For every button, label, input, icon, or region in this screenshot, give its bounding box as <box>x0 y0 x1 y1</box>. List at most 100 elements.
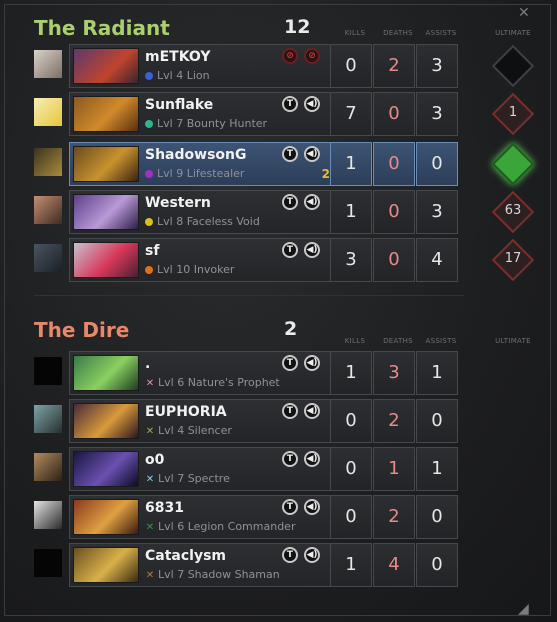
hero-name: Spectre <box>187 472 230 485</box>
dire-player-row[interactable]: . ✕ Lvl 6 Nature's Prophet T ◀) 1 3 1 <box>34 351 464 395</box>
deaths-cell: 0 <box>373 238 415 282</box>
player-card[interactable]: 6831 ✕ Lvl 6 Legion Commander T ◀) <box>69 495 359 539</box>
player-name: Cataclysm <box>145 548 227 564</box>
deaths-cell: 2 <box>373 44 415 88</box>
radiant-player-row[interactable]: Western Lvl 8 Faceless Void T ◀) 418 1 0… <box>34 190 464 234</box>
hero-portrait <box>73 547 139 583</box>
player-card[interactable]: ShadowsonG Lvl 9 Lifestealer T ◀) 2666 <box>69 142 359 186</box>
voice-mute-button[interactable]: ◀) <box>304 451 320 467</box>
kills-cell: 1 <box>330 142 372 186</box>
talent-tree-button[interactable]: T <box>282 355 298 371</box>
player-level: Lvl 8 <box>157 215 184 228</box>
talent-tree-button[interactable]: T <box>282 146 298 162</box>
steam-avatar-metkoy[interactable] <box>34 50 62 78</box>
player-color-dot <box>145 72 153 80</box>
resize-corner-icon: ◢ <box>518 601 529 617</box>
player-level: Lvl 10 <box>157 263 191 276</box>
voice-mute-button[interactable]: ◀) <box>304 403 320 419</box>
voice-mute-button[interactable]: ◀) <box>304 355 320 371</box>
dire-player-row[interactable]: Cataclysm ✕ Lvl 7 Shadow Shaman T ◀) 1 4 … <box>34 543 464 587</box>
kills-cell: 1 <box>330 543 372 587</box>
hero-name: Faceless Void <box>186 215 260 228</box>
player-card[interactable]: o0 ✕ Lvl 7 Spectre T ◀) <box>69 447 359 491</box>
talent-tree-button[interactable]: T <box>282 96 298 112</box>
kills-cell: 1 <box>330 351 372 395</box>
dire-player-row[interactable]: o0 ✕ Lvl 7 Spectre T ◀) 0 1 1 <box>34 447 464 491</box>
steam-avatar-euphoria[interactable] <box>34 405 62 433</box>
hero-portrait <box>73 403 139 439</box>
voice-mute-button[interactable]: ◀) <box>304 146 320 162</box>
player-card[interactable]: EUPHORIA ✕ Lvl 4 Silencer T ◀) <box>69 399 359 443</box>
dire-player-row[interactable]: 6831 ✕ Lvl 6 Legion Commander T ◀) 0 2 0 <box>34 495 464 539</box>
player-name: . <box>145 356 151 372</box>
player-name: o0 <box>145 452 165 468</box>
kills-cell: 0 <box>330 495 372 539</box>
player-level: Lvl 7 <box>157 117 184 130</box>
player-level: Lvl 4 <box>157 69 184 82</box>
player-card[interactable]: Western Lvl 8 Faceless Void T ◀) 418 <box>69 190 359 234</box>
player-card[interactable]: . ✕ Lvl 6 Nature's Prophet T ◀) <box>69 351 359 395</box>
kills-cell: 0 <box>330 399 372 443</box>
player-hero-info: ✕ Lvl 4 Silencer <box>145 424 232 437</box>
hero-name: Lion <box>186 69 210 82</box>
talent-tree-button[interactable]: T <box>282 403 298 419</box>
radiant-player-row[interactable]: ShadowsonG Lvl 9 Lifestealer T ◀) 2666 1… <box>34 142 464 186</box>
steam-avatar-dot[interactable] <box>34 357 62 385</box>
voice-mute-button[interactable]: ◀) <box>304 96 320 112</box>
radiant-player-row[interactable]: mETKOY Lvl 4 Lion ⊘ ⊘ 347 0 2 3 <box>34 44 464 88</box>
steam-avatar-sf[interactable] <box>34 244 62 272</box>
ultimate-cooldown-text: 63 <box>504 203 522 218</box>
voice-mute-button[interactable]: ◀) <box>304 499 320 515</box>
player-name: sf <box>145 243 160 259</box>
talent-tree-button[interactable]: T <box>282 242 298 258</box>
player-hero-info: ✕ Lvl 6 Nature's Prophet <box>145 376 280 389</box>
voice-mute-button[interactable]: ◀) <box>304 194 320 210</box>
collapse-corner-icon[interactable]: ✕ <box>518 6 530 20</box>
hero-name: Nature's Prophet <box>187 376 280 389</box>
talent-tree-button[interactable]: T <box>282 547 298 563</box>
hero-portrait <box>73 242 139 278</box>
assists-cell: 0 <box>416 495 458 539</box>
kills-cell: 0 <box>330 447 372 491</box>
player-hero-info: Lvl 4 Lion <box>145 69 210 82</box>
deaths-cell: 0 <box>373 92 415 136</box>
talent-tree-button[interactable]: T <box>282 451 298 467</box>
steam-avatar-sunflake[interactable] <box>34 98 62 126</box>
steam-avatar-shadowsong[interactable] <box>34 148 62 176</box>
assists-cell: 0 <box>416 142 458 186</box>
talent-tree-button[interactable]: T <box>282 194 298 210</box>
player-card[interactable]: Cataclysm ✕ Lvl 7 Shadow Shaman T ◀) <box>69 543 359 587</box>
steam-avatar-o0[interactable] <box>34 453 62 481</box>
assists-cell: 1 <box>416 351 458 395</box>
player-card[interactable]: sf Lvl 10 Invoker T ◀) 258 <box>69 238 359 282</box>
radiant-kills-header: KILLS <box>344 29 366 37</box>
steam-avatar-western[interactable] <box>34 196 62 224</box>
dire-player-row[interactable]: EUPHORIA ✕ Lvl 4 Silencer T ◀) 0 2 0 <box>34 399 464 443</box>
radiant-player-row[interactable]: Sunflake Lvl 7 Bounty Hunter T ◀) 470 7 … <box>34 92 464 136</box>
steam-avatar-cataclysm[interactable] <box>34 549 62 577</box>
deaths-cell: 3 <box>373 351 415 395</box>
mute-icon[interactable]: ⊘ <box>282 48 298 64</box>
voice-mute-button[interactable]: ◀) <box>304 242 320 258</box>
player-level: Lvl 9 <box>157 167 184 180</box>
deaths-cell: 2 <box>373 495 415 539</box>
steam-avatar-6831[interactable] <box>34 501 62 529</box>
hero-portrait <box>73 48 139 84</box>
report-icon[interactable]: ⊘ <box>304 48 320 64</box>
voice-mute-button[interactable]: ◀) <box>304 547 320 563</box>
player-level: Lvl 6 <box>158 376 185 389</box>
hero-portrait <box>73 96 139 132</box>
player-card[interactable]: mETKOY Lvl 4 Lion ⊘ ⊘ 347 <box>69 44 359 88</box>
radiant-player-row[interactable]: sf Lvl 10 Invoker T ◀) 258 3 0 4 <box>34 238 464 282</box>
player-name: 6831 <box>145 500 184 516</box>
player-hero-info: Lvl 10 Invoker <box>145 263 234 276</box>
player-hero-info: Lvl 7 Bounty Hunter <box>145 117 267 130</box>
radiant-deaths-header: DEATHS <box>383 29 413 37</box>
radiant-score: 12 <box>284 16 311 38</box>
player-hero-info: Lvl 9 Lifestealer <box>145 167 244 180</box>
player-level: Lvl 6 <box>158 520 185 533</box>
player-name: ShadowsonG <box>145 147 247 163</box>
player-color-dot <box>145 170 153 178</box>
talent-tree-button[interactable]: T <box>282 499 298 515</box>
player-card[interactable]: Sunflake Lvl 7 Bounty Hunter T ◀) 470 <box>69 92 359 136</box>
